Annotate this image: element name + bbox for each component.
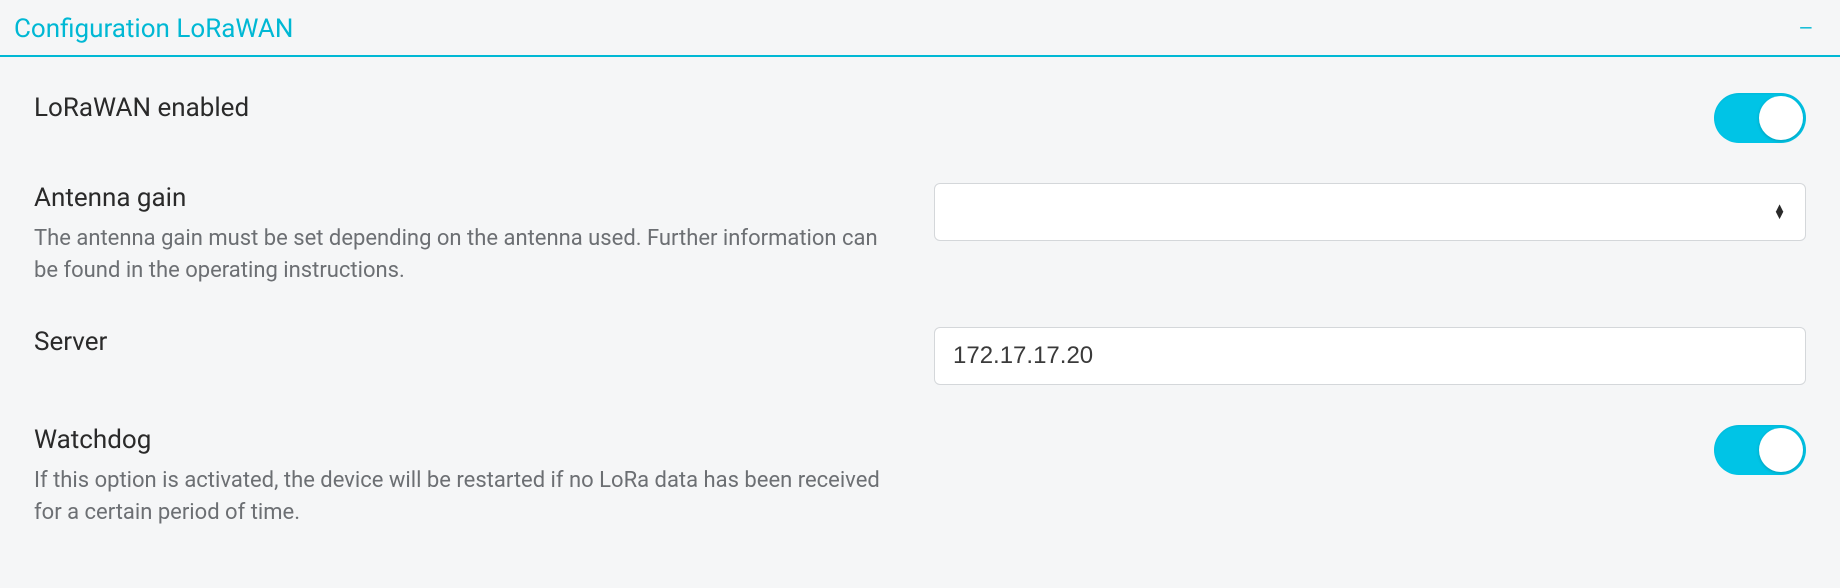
server-input[interactable] [934,327,1806,385]
form-section: LoRaWAN enabled Antenna gain The antenna… [0,57,1840,549]
row-watchdog: Watchdog If this option is activated, th… [34,425,1806,529]
toggle-knob [1759,428,1803,472]
lorawan-enabled-label: LoRaWAN enabled [34,93,894,123]
antenna-gain-select[interactable] [934,183,1806,241]
antenna-gain-help: The antenna gain must be set depending o… [34,223,894,287]
watchdog-toggle[interactable] [1714,425,1806,475]
minus-icon: − [1798,12,1814,45]
antenna-gain-select-wrap: ▲ ▼ [934,183,1806,241]
toggle-knob [1759,96,1803,140]
row-lorawan-enabled: LoRaWAN enabled [34,93,1806,143]
watchdog-label: Watchdog [34,425,894,455]
row-server: Server [34,327,1806,385]
panel-title: Configuration LoRaWAN [14,14,293,44]
panel-header: Configuration LoRaWAN − [0,0,1840,57]
watchdog-help: If this option is activated, the device … [34,465,894,529]
lorawan-enabled-toggle[interactable] [1714,93,1806,143]
server-label: Server [34,327,894,357]
antenna-gain-label: Antenna gain [34,183,894,213]
collapse-button[interactable]: − [1786,12,1826,45]
row-antenna-gain: Antenna gain The antenna gain must be se… [34,183,1806,287]
